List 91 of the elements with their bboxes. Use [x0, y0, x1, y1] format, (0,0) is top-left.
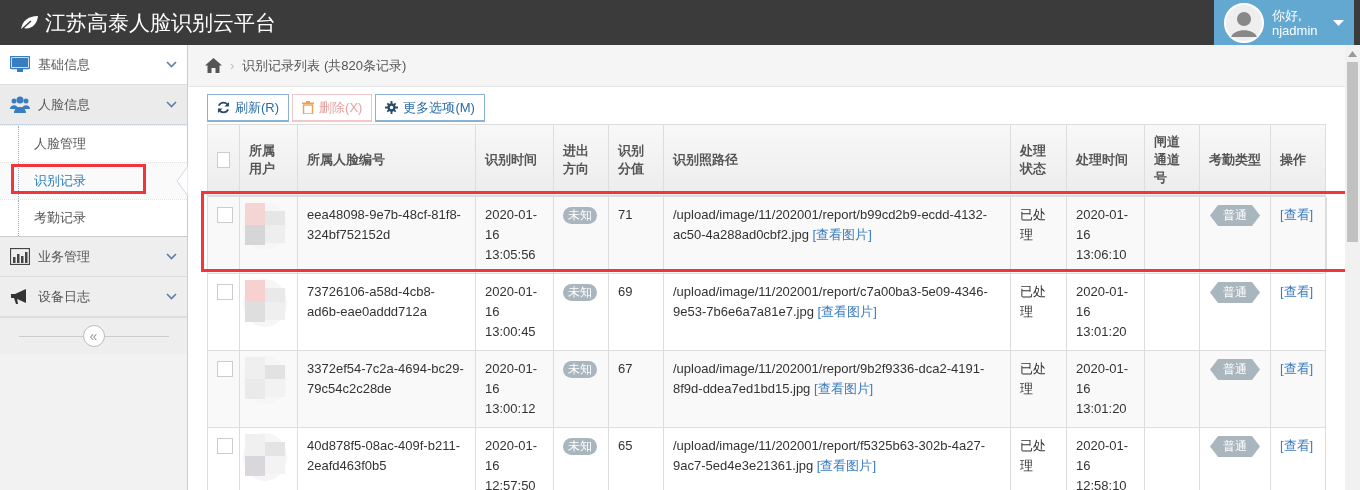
- column-header: 处理时间: [1067, 125, 1145, 195]
- table-cell: 2020-01-16 13:06:10: [1067, 197, 1145, 273]
- nav-label: 业务管理: [38, 247, 91, 266]
- attendance-type-badge: 普通: [1210, 282, 1260, 303]
- table-cell: 3372ef54-7c2a-4694-bc29-79c54c2c28de: [298, 351, 476, 427]
- nav-group[interactable]: 业务管理: [0, 237, 187, 277]
- table-cell: 69: [609, 274, 664, 350]
- chevron-icon: [166, 61, 177, 68]
- leaf-icon: [19, 14, 39, 31]
- username: njadmin: [1272, 22, 1319, 38]
- column-header: 所属人脸编号: [298, 125, 476, 195]
- direction-badge: 未知: [563, 207, 597, 224]
- checkbox[interactable]: [217, 361, 233, 377]
- table-cell: 65: [609, 428, 664, 490]
- table-cell: 73726106-a58d-4cb8-ad6b-eae0addd712a: [298, 274, 476, 350]
- table-cell: 40d878f5-08ac-409f-b211-2eafd463f0b5: [298, 428, 476, 490]
- table-cell: eea48098-9e7b-48cf-81f8-324bf752152d: [298, 197, 476, 273]
- home-icon[interactable]: [205, 58, 222, 73]
- chevron-icon: [166, 101, 177, 108]
- table-cell: 2020-01-16 13:00:45: [476, 274, 554, 350]
- table-cell: 已处理: [1011, 274, 1067, 350]
- view-link[interactable]: [查看]: [1280, 207, 1314, 222]
- view-link[interactable]: [查看]: [1280, 284, 1314, 299]
- table-cell: 67: [609, 351, 664, 427]
- nav-label: 基础信息: [38, 55, 91, 74]
- column-header: 所属用户: [240, 125, 298, 195]
- view-image-link[interactable]: [查看图片]: [816, 458, 877, 473]
- view-link[interactable]: [查看]: [1280, 361, 1314, 376]
- column-header: 识别时间: [476, 125, 554, 195]
- view-image-link[interactable]: [查看图片]: [817, 304, 877, 319]
- avatar-icon: [1224, 2, 1264, 43]
- checkbox[interactable]: [217, 284, 233, 300]
- trash-icon: [302, 101, 315, 114]
- table-cell: 已处理: [1011, 351, 1067, 427]
- table-cell: /upload/image/11/202001/report/f5325b63-302b-4a27-9ac7-5ed4e3e21361.jpg [查看图片]: [664, 428, 1011, 490]
- scrollbar[interactable]: [1345, 45, 1360, 490]
- table-cell: 2020-01-16 12:58:10: [1067, 428, 1145, 490]
- column-header: 考勤类型: [1200, 125, 1271, 195]
- nav-group[interactable]: 基础信息: [0, 45, 187, 85]
- caret-icon: [1333, 19, 1344, 26]
- column-header: 识别照路径: [664, 125, 1011, 195]
- table-cell: 2020-01-16 13:05:56: [476, 197, 554, 273]
- users-icon: [10, 96, 30, 113]
- table-cell: 已处理: [1011, 197, 1067, 273]
- scroll-up-icon[interactable]: [1348, 51, 1357, 57]
- direction-badge: 未知: [563, 438, 597, 455]
- column-header: 进出方向: [554, 125, 609, 195]
- table-cell: /upload/image/11/202001/report/b99cd2b9-ecdd-4132-ac50-4a288ad0cbf2.jpg [查看图片]: [664, 197, 1011, 273]
- table-cell: 2020-01-16 13:01:20: [1067, 274, 1145, 350]
- app-title: 江苏高泰人脸识别云平台: [45, 9, 276, 36]
- chevron-icon: [166, 293, 177, 300]
- page-title: 识别记录列表 (共820条记录): [242, 56, 407, 75]
- direction-badge: 未知: [563, 361, 597, 378]
- nav-item[interactable]: 考勤记录: [0, 199, 187, 236]
- toolbar-button[interactable]: 刷新(R): [207, 94, 290, 122]
- bar-chart-icon: [10, 248, 30, 265]
- nav-group[interactable]: 设备日志: [0, 277, 187, 317]
- attendance-type-badge: 普通: [1210, 359, 1260, 380]
- column-header: 闸道通道号: [1145, 125, 1200, 195]
- table-cell: 2020-01-16 13:01:20: [1067, 351, 1145, 427]
- table-cell: 71: [609, 197, 664, 273]
- direction-badge: 未知: [563, 284, 597, 301]
- table-cell: 2020-01-16 12:57:50: [476, 428, 554, 490]
- view-link[interactable]: [查看]: [1280, 438, 1314, 453]
- refresh-icon: [217, 101, 230, 114]
- greeting-text: 你好,: [1272, 7, 1303, 23]
- table-cell: 已处理: [1011, 428, 1067, 490]
- checkbox[interactable]: [217, 152, 230, 168]
- toolbar-button[interactable]: 更多选项(M): [375, 94, 485, 122]
- table-cell: /upload/image/11/202001/report/c7a00ba3-5e09-4346-9e53-7b6e6a7a81e7.jpg [查看图片]: [664, 274, 1011, 350]
- column-header: 处理状态: [1011, 125, 1067, 195]
- breadcrumb-separator: ›: [230, 58, 235, 73]
- nav-group[interactable]: 人脸信息: [0, 85, 187, 125]
- nav-label: 人脸信息: [38, 95, 91, 114]
- user-menu[interactable]: 你好, njadmin: [1214, 0, 1354, 45]
- checkbox[interactable]: [217, 438, 233, 454]
- nav-label: 设备日志: [38, 287, 91, 306]
- column-header: 识别分值: [609, 125, 664, 195]
- table-cell: /upload/image/11/202001/report/9b2f9336-dca2-4191-8f9d-ddea7ed1bd15.jpg [查看图片]: [664, 351, 1011, 427]
- attendance-type-badge: 普通: [1210, 436, 1260, 457]
- attendance-type-badge: 普通: [1210, 205, 1260, 226]
- collapse-button[interactable]: «: [82, 325, 105, 347]
- chevron-icon: [166, 253, 177, 260]
- view-image-link[interactable]: [查看图片]: [812, 227, 872, 242]
- checkbox[interactable]: [217, 207, 233, 223]
- column-header: 操作: [1279, 151, 1307, 169]
- table-cell: 2020-01-16 13:00:12: [476, 351, 554, 427]
- view-image-link[interactable]: [查看图片]: [813, 381, 874, 396]
- monitor-icon: [10, 56, 30, 73]
- nav-item[interactable]: 识别记录: [0, 162, 187, 199]
- gear-icon: [385, 101, 399, 114]
